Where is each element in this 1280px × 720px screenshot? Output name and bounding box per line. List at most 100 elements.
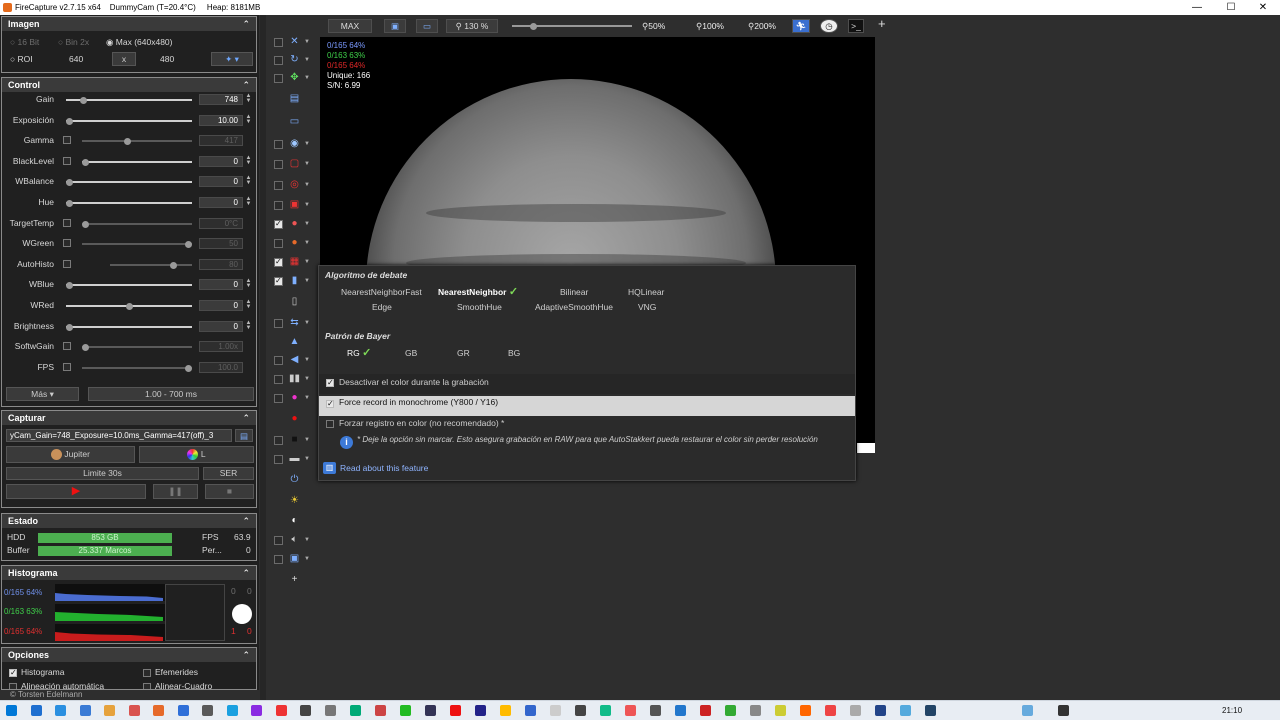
wred-spinner-icon[interactable]: ▲ ▼: [245, 299, 252, 311]
chevron-down-icon[interactable]: ▼: [304, 57, 310, 63]
alinear-cuadro-checkbox[interactable]: [143, 683, 151, 689]
algo-smoothhue[interactable]: SmoothHue: [457, 302, 502, 313]
filename-field[interactable]: yCam_Gain=748_Exposure=10.0ms_Gamma=417(…: [6, 429, 232, 442]
capturar-header[interactable]: Capturar ⌃: [2, 411, 256, 425]
record-dot-icon[interactable]: ●: [288, 413, 301, 425]
app-icon[interactable]: [375, 705, 386, 716]
opt-max[interactable]: ◉ Max (640x480): [106, 37, 172, 48]
algo-nnfast[interactable]: NearestNeighborFast: [341, 287, 422, 298]
app-icon[interactable]: [275, 705, 287, 716]
chevron-down-icon[interactable]: ▼: [304, 182, 310, 188]
exposici-n-spinner-icon[interactable]: ▲ ▼: [245, 114, 252, 126]
photoshop-icon[interactable]: [251, 705, 262, 716]
chevron-down-icon[interactable]: ▼: [304, 39, 310, 45]
collapse-icon[interactable]: ⌃: [242, 566, 250, 580]
chevron-down-icon[interactable]: ▼: [304, 376, 310, 382]
wbalance-slider-knob[interactable]: [66, 179, 73, 187]
app-icon[interactable]: [650, 705, 661, 716]
roi-toggle[interactable]: [274, 160, 283, 169]
fps-value[interactable]: 100.0: [199, 361, 243, 373]
collapse-icon[interactable]: ⌃: [242, 648, 250, 662]
folder-icon[interactable]: ▤: [235, 429, 253, 442]
gain-slider-knob[interactable]: [80, 97, 87, 104]
autohisto-slider-knob[interactable]: [170, 261, 177, 269]
add-button[interactable]: +: [878, 17, 886, 30]
rotate-toggle[interactable]: [274, 56, 283, 65]
crop-toggle[interactable]: [274, 201, 283, 210]
exposici-n-slider[interactable]: [66, 117, 192, 125]
chevron-down-icon[interactable]: ▼: [304, 278, 310, 284]
roi-toggle[interactable]: ○ ROI: [10, 54, 33, 65]
maximize-button[interactable]: ☐: [1214, 0, 1248, 15]
pattern-gr[interactable]: GR: [457, 348, 470, 359]
exposici-n-slider-knob[interactable]: [66, 117, 73, 125]
sound-toggle[interactable]: [274, 536, 283, 545]
zoom-200-button[interactable]: ⚲200%: [748, 21, 776, 32]
hue-slider-knob[interactable]: [66, 200, 73, 207]
brightness-value[interactable]: 0: [199, 320, 243, 332]
desktop-icon[interactable]: [55, 705, 66, 716]
color-balance-icon[interactable]: ●: [288, 218, 301, 230]
app-icon[interactable]: [875, 705, 886, 716]
pattern-gb[interactable]: GB: [405, 348, 417, 359]
filter-wheel-icon[interactable]: ▮▮: [288, 373, 301, 385]
vlc-icon[interactable]: [128, 705, 140, 716]
dark-frame-toggle[interactable]: [274, 436, 283, 445]
terminal-icon[interactable]: [325, 705, 336, 716]
format-button[interactable]: SER: [203, 467, 254, 480]
roi-height[interactable]: 480: [160, 54, 174, 65]
fps-slider[interactable]: [82, 364, 192, 372]
flip-icon[interactable]: ⇆: [288, 317, 301, 329]
console-icon[interactable]: >_: [848, 19, 864, 33]
chevron-down-icon[interactable]: ▼: [304, 161, 310, 167]
image-toggle[interactable]: [274, 555, 283, 564]
wbalance-slider[interactable]: [66, 179, 192, 187]
arrow-left-icon[interactable]: ◀: [288, 354, 301, 366]
chevron-down-icon[interactable]: ▼: [304, 437, 310, 443]
power-icon[interactable]: ⏻: [288, 474, 301, 486]
acrobat-icon[interactable]: [575, 705, 586, 716]
pause-button[interactable]: ❚❚: [153, 484, 198, 499]
chevron-down-icon[interactable]: ▼: [304, 395, 310, 401]
collapse-icon[interactable]: ⌃: [242, 78, 250, 92]
force-color-checkbox[interactable]: [326, 420, 334, 428]
fps-slider-knob[interactable]: [185, 364, 192, 372]
zoom-slider[interactable]: [512, 23, 632, 30]
opt-16bit[interactable]: ○ 16 Bit: [10, 37, 39, 48]
pattern-rg[interactable]: RG ✓: [347, 348, 371, 359]
collapse-icon[interactable]: ⌃: [242, 17, 250, 31]
app-icon[interactable]: [400, 705, 411, 716]
histograma-checkbox[interactable]: [9, 668, 17, 677]
targettemp-slider[interactable]: [82, 220, 192, 228]
histogram-icon[interactable]: ▮: [288, 275, 301, 287]
app-icon[interactable]: [1022, 705, 1033, 716]
roi-width[interactable]: 640: [69, 54, 83, 65]
collapse-icon[interactable]: ⌃: [242, 411, 250, 425]
gamma-value[interactable]: 417: [199, 135, 243, 147]
minimize-button[interactable]: —: [1180, 0, 1214, 15]
app-icon[interactable]: [900, 705, 911, 716]
focus-toggle[interactable]: [274, 140, 283, 149]
app-icon[interactable]: [450, 705, 461, 716]
focus-icon[interactable]: ◉: [288, 138, 301, 150]
gamma-auto-checkbox[interactable]: [63, 136, 71, 145]
algo-adaptive[interactable]: AdaptiveSmoothHue: [535, 302, 613, 313]
chevron-down-icon[interactable]: ▼: [304, 221, 310, 227]
flip-toggle[interactable]: [274, 319, 283, 328]
app-icon[interactable]: [475, 705, 486, 716]
crosshair-icon[interactable]: ✕: [288, 36, 301, 48]
whatsapp-icon[interactable]: [500, 705, 511, 716]
clock-settings-icon[interactable]: ◷: [820, 19, 838, 33]
color-balance-toggle[interactable]: [274, 219, 283, 229]
planet-toggle[interactable]: [274, 239, 283, 248]
folder-icon[interactable]: [104, 705, 115, 716]
chevron-down-icon[interactable]: ▼: [304, 202, 310, 208]
rotate-icon[interactable]: ↻: [288, 54, 301, 66]
targettemp-auto-checkbox[interactable]: [63, 218, 71, 227]
app-icon[interactable]: [600, 705, 611, 716]
runner-icon[interactable]: 🏃︎: [792, 19, 810, 33]
roi-icon[interactable]: ▢: [288, 158, 301, 170]
wblue-value[interactable]: 0: [199, 279, 243, 291]
wblue-slider[interactable]: [66, 282, 192, 290]
estado-header[interactable]: Estado ⌃: [2, 514, 256, 528]
